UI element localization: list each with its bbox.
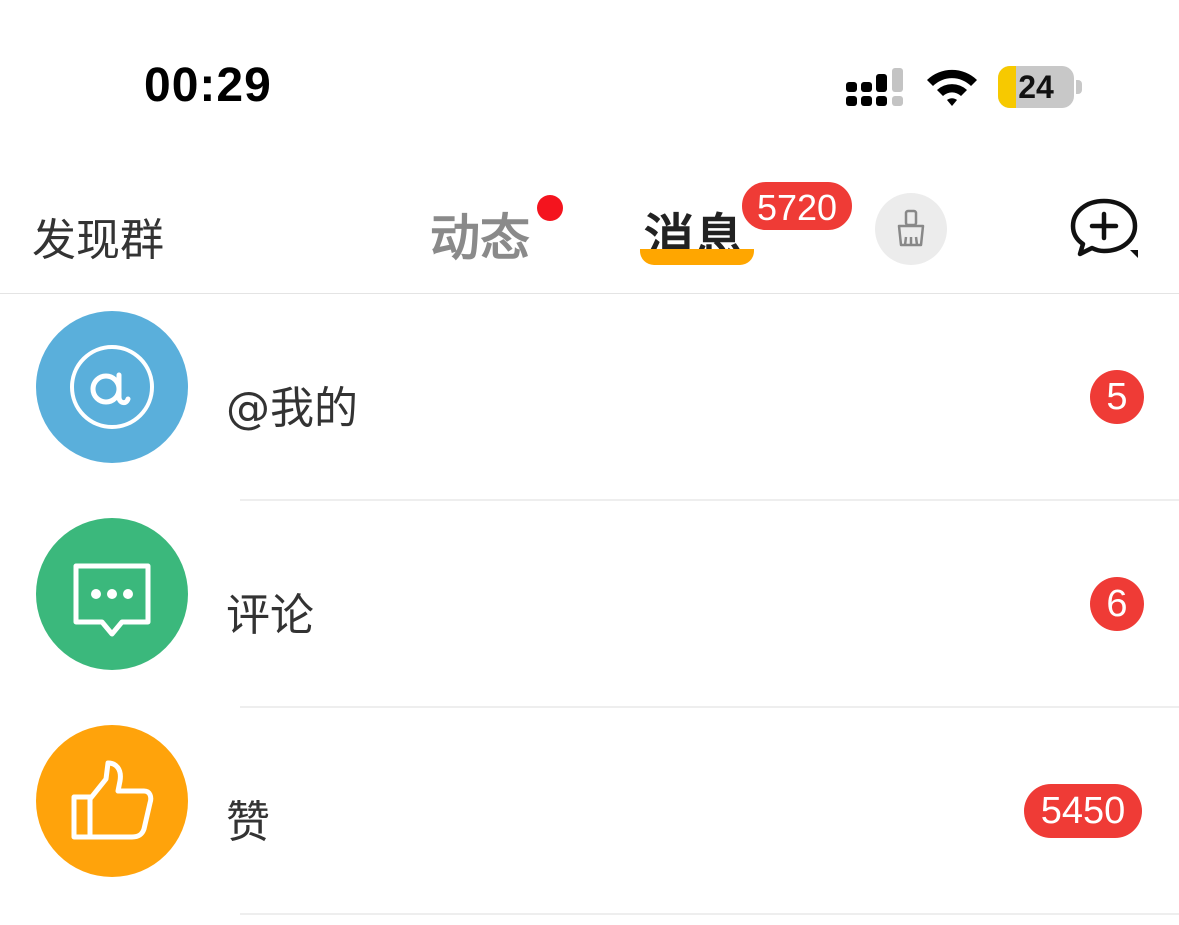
clear-unread-button[interactable]: [875, 193, 947, 265]
discover-groups-link[interactable]: 发现群: [32, 204, 164, 268]
at-sign-icon: [70, 345, 154, 429]
comments-label: 评论: [226, 590, 314, 641]
list-item-likes[interactable]: 赞 5450: [0, 708, 1179, 915]
top-nav-bar: 发现群 动态 消息 5720: [0, 150, 1179, 294]
compose-message-icon[interactable]: [1068, 198, 1140, 260]
list-item-mentions[interactable]: @我的 5: [0, 294, 1179, 501]
battery-indicator: 24: [998, 66, 1084, 108]
battery-level: 24: [1018, 69, 1054, 105]
thumbs-up-icon: [71, 760, 154, 840]
mentions-avatar: [36, 311, 188, 463]
tab-feed-unread-dot: [537, 195, 563, 221]
comments-avatar: [36, 518, 188, 670]
likes-label: 赞: [226, 797, 270, 848]
status-bar: 00:29 24: [0, 0, 1179, 150]
wifi-icon: [927, 69, 977, 106]
active-tab-indicator: [640, 249, 754, 265]
comment-icon: [73, 563, 151, 637]
broom-icon: [897, 209, 925, 247]
mentions-label: @我的: [226, 383, 358, 434]
likes-avatar: [36, 725, 188, 877]
list-item-comments[interactable]: 评论 6: [0, 501, 1179, 708]
tab-feed[interactable]: 动态: [430, 198, 530, 270]
status-time: 00:29: [144, 59, 272, 112]
divider: [240, 913, 1179, 915]
cellular-signal-icon: [846, 68, 903, 106]
likes-count-badge: 5450: [1024, 784, 1142, 838]
mentions-count-badge: 5: [1090, 370, 1144, 424]
tab-messages-badge: 5720: [740, 180, 854, 232]
comments-count-badge: 6: [1090, 577, 1144, 631]
